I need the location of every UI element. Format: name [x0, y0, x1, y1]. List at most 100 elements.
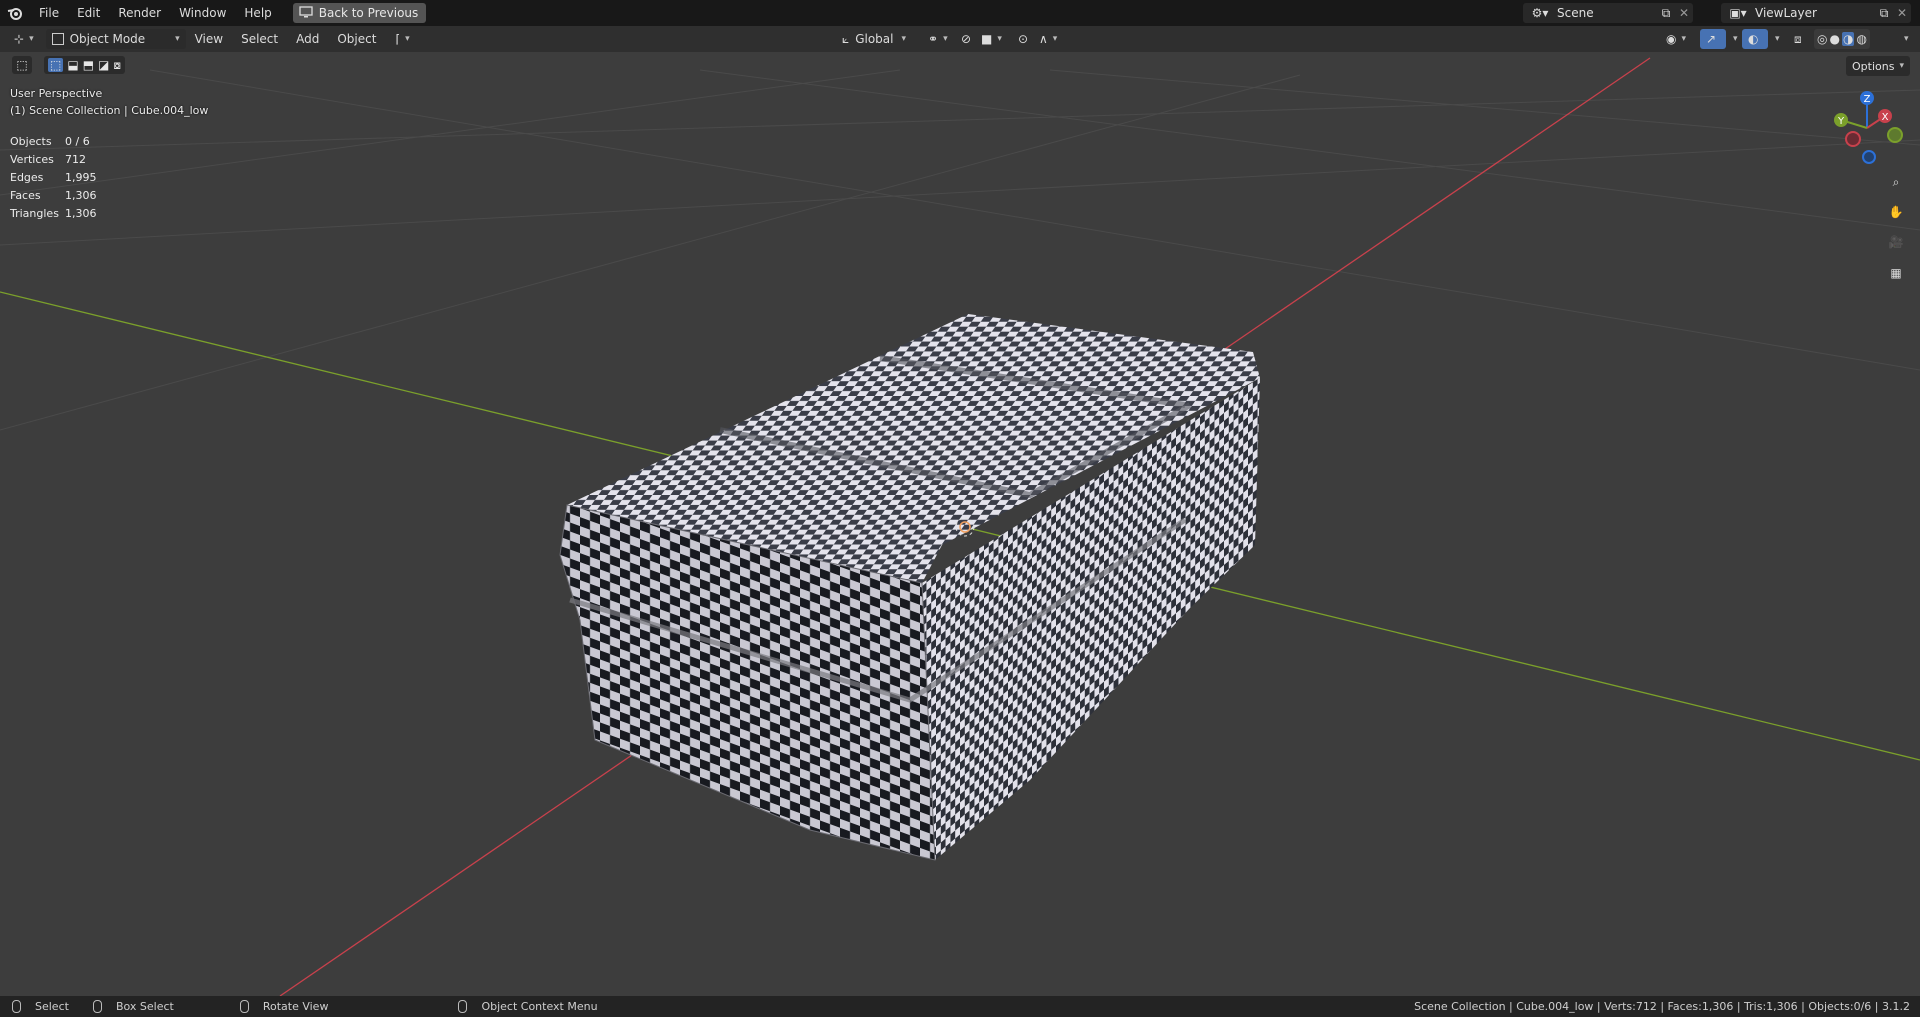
top-menubar: File Edit Render Window Help Back to Pre… — [0, 0, 1920, 26]
visibility-icon[interactable]: ◉ ▾ — [1660, 29, 1692, 49]
scene-statistics: Objects 0 / 6 Vertices 712 Edges 1,995 Face… — [10, 133, 97, 223]
header-menu-select[interactable]: Select — [232, 26, 287, 52]
options-label: Options — [1852, 59, 1895, 73]
header-extra-dropdown[interactable]: ⌈ ▾ — [389, 29, 415, 49]
shading-mode-group: ◎ ● ◑ ◍ — [1814, 29, 1870, 49]
header-menu-object[interactable]: Object — [328, 26, 385, 52]
stats-value: 1,995 — [65, 171, 97, 184]
copy-view-layer-icon[interactable]: ⧉ — [1875, 6, 1893, 21]
header-menu-add[interactable]: Add — [287, 26, 328, 52]
transform-orientation-dropdown[interactable]: ⟀ Global ▾ — [836, 29, 912, 49]
pan-hand-icon[interactable]: ✋ — [1884, 200, 1908, 224]
gizmo-dropdown[interactable]: ▾ — [1722, 29, 1744, 49]
select-invert-icon[interactable]: ◪ — [98, 58, 109, 72]
stats-label: Edges — [10, 171, 44, 184]
snap-toggle-icon[interactable]: ⊘ — [955, 29, 977, 49]
shading-dropdown[interactable]: ▾ — [1893, 29, 1915, 49]
object-mode-icon — [51, 33, 64, 45]
menu-help[interactable]: Help — [235, 0, 280, 26]
scene-name[interactable]: Scene — [1557, 6, 1657, 20]
stats-value: 1,306 — [65, 189, 97, 202]
stats-label: Vertices — [10, 153, 54, 166]
tool-settings-row: ⬚ ⬚ ⬓ ⬒ ◪ ⧇ — [0, 52, 1920, 78]
selection-mode-group: ⬚ ⬓ ⬒ ◪ ⧇ — [44, 56, 126, 74]
proportional-edit-icon[interactable]: ⊙ — [1012, 29, 1034, 49]
menu-window[interactable]: Window — [170, 0, 235, 26]
stats-row: Triangles 1,306 — [10, 205, 97, 223]
stats-row: Vertices 712 — [10, 151, 97, 169]
view-layer-selector[interactable]: ▣▾ ViewLayer ⧉ ✕ — [1721, 3, 1911, 23]
copy-scene-icon[interactable]: ⧉ — [1657, 6, 1675, 21]
z-axis-label: Z — [1864, 94, 1871, 105]
camera-view-icon[interactable]: 🎥 — [1884, 230, 1908, 254]
stats-value: 712 — [65, 153, 86, 166]
chevron-down-icon: ▾ — [175, 34, 180, 44]
stats-label: Faces — [10, 189, 41, 202]
y-axis-label: Y — [1837, 116, 1845, 127]
status-select-label: Select — [35, 1000, 69, 1013]
zoom-icon[interactable]: ⌕ — [1884, 170, 1908, 194]
status-box-select: Box Select — [92, 1000, 174, 1013]
options-dropdown[interactable]: Options ▾ — [1846, 56, 1910, 76]
status-rotate-view-label: Rotate View — [262, 1000, 329, 1013]
back-to-previous-label: Back to Previous — [318, 6, 419, 20]
orientation-label: Global — [855, 32, 894, 46]
wireframe-shading-icon[interactable]: ◎ — [1817, 32, 1827, 46]
screen-icon — [299, 5, 313, 21]
menu-render[interactable]: Render — [109, 0, 170, 26]
view-layer-icon[interactable]: ▣▾ — [1721, 6, 1755, 20]
stats-row: Faces 1,306 — [10, 187, 97, 205]
mode-dropdown[interactable]: Object Mode ▾ — [45, 29, 186, 49]
select-intersect-icon[interactable]: ⧇ — [113, 58, 121, 73]
stats-row: Objects 0 / 6 — [10, 133, 97, 151]
select-new-icon[interactable]: ⬚ — [48, 58, 64, 72]
overlay-dropdown[interactable]: ▾ — [1764, 29, 1786, 49]
rendered-shading-icon[interactable]: ◍ — [1856, 32, 1866, 46]
scene-selector[interactable]: ⚙▾ Scene ⧉ ✕ — [1523, 3, 1693, 23]
status-bar: Select Box Select Rotate View Object Con… — [0, 996, 1920, 1017]
select-tool-icon[interactable]: ⬚ — [12, 56, 32, 74]
status-rotate-view: Rotate View — [239, 1000, 329, 1013]
neg-z-axis-handle — [1862, 150, 1876, 164]
header-menu-view[interactable]: View — [186, 26, 232, 52]
3d-viewport[interactable] — [0, 52, 1920, 996]
stats-value: 0 / 6 — [65, 135, 90, 148]
orthographic-toggle-icon[interactable]: ▦ — [1884, 261, 1908, 285]
status-context-menu: Object Context Menu — [458, 1000, 598, 1013]
select-subtract-icon[interactable]: ⬒ — [83, 58, 94, 72]
scene-icon[interactable]: ⚙▾ — [1523, 6, 1557, 20]
stats-label: Triangles — [10, 207, 59, 220]
solid-shading-icon[interactable]: ● — [1829, 32, 1839, 46]
menu-file[interactable]: File — [30, 0, 68, 26]
status-select: Select — [12, 1000, 69, 1013]
orientation-icon: ⟀ — [842, 31, 850, 46]
mouse-drag-icon — [92, 1000, 102, 1013]
viewport-scene — [0, 57, 1920, 996]
remove-scene-icon[interactable]: ✕ — [1675, 6, 1693, 20]
view-layer-name[interactable]: ViewLayer — [1755, 6, 1875, 20]
chevron-down-icon: ▾ — [1899, 61, 1904, 71]
viewport-header: ⊹ ▾ Object Mode ▾ View Select Add Object … — [0, 26, 1920, 52]
neg-y-axis-handle — [1887, 127, 1903, 143]
editor-type-icon[interactable]: ⊹ ▾ — [8, 29, 40, 49]
pivot-point-icon[interactable]: ⚭ ▾ — [922, 29, 954, 49]
blender-logo-icon[interactable] — [0, 0, 30, 26]
snap-target-icon[interactable]: ■ ▾ — [975, 29, 1008, 49]
mouse-right-icon — [458, 1000, 468, 1013]
navigation-gizmo[interactable]: Z X Y — [1825, 88, 1905, 168]
perspective-label: User Perspective — [10, 87, 103, 100]
mouse-middle-icon — [239, 1000, 249, 1013]
chevron-down-icon: ▾ — [901, 34, 906, 44]
back-to-previous-button[interactable]: Back to Previous — [292, 3, 427, 23]
falloff-icon[interactable]: ∧ ▾ — [1033, 29, 1063, 49]
stats-row: Edges 1,995 — [10, 169, 97, 187]
status-info: Scene Collection | Cube.004_low | Verts:… — [1414, 1000, 1910, 1013]
box-model — [559, 314, 1260, 861]
status-context-menu-label: Object Context Menu — [481, 1000, 598, 1013]
mode-label: Object Mode — [69, 32, 146, 46]
remove-view-layer-icon[interactable]: ✕ — [1893, 6, 1911, 20]
material-shading-icon[interactable]: ◑ — [1841, 32, 1855, 46]
menu-edit[interactable]: Edit — [68, 0, 109, 26]
select-extend-icon[interactable]: ⬓ — [67, 58, 78, 72]
xray-toggle-icon[interactable]: ⧈ — [1788, 29, 1808, 49]
